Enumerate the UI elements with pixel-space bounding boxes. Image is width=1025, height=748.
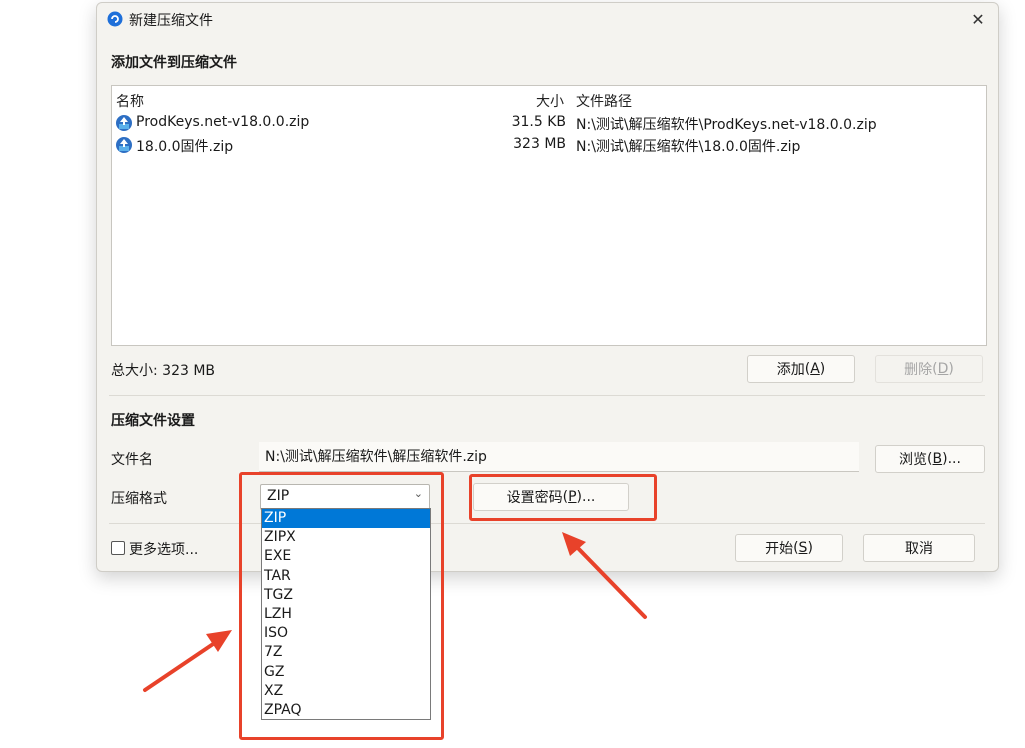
arrow-to-password-button bbox=[562, 532, 647, 619]
annotation-arrows bbox=[143, 532, 647, 692]
arrow-to-format-list bbox=[143, 630, 232, 692]
